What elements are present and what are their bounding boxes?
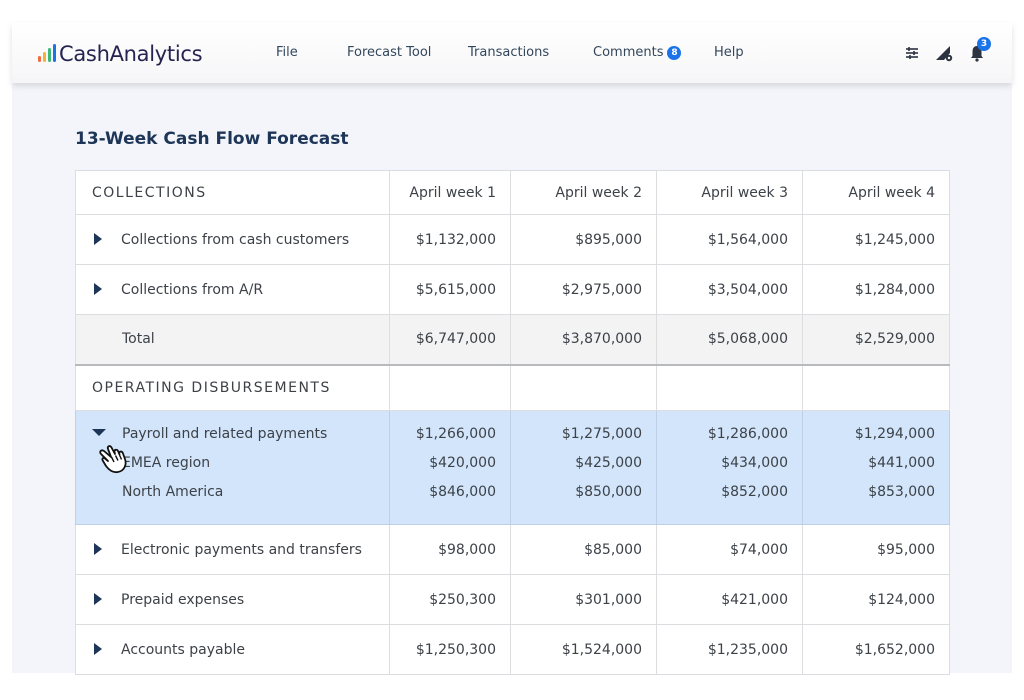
row-label: Collections from cash customers bbox=[121, 231, 350, 248]
value-cell[interactable]: $95,000 bbox=[802, 524, 950, 575]
total-value-cell: $2,529,000 bbox=[802, 314, 950, 365]
menu-help[interactable]: Help bbox=[714, 45, 744, 60]
value-cell[interactable]: $5,615,000 bbox=[389, 264, 511, 315]
value-cell[interactable]: $85,000 bbox=[510, 524, 657, 575]
empty-cell bbox=[389, 364, 511, 411]
value-cell[interactable]: $301,000 bbox=[510, 574, 657, 625]
table-row: Prepaid expenses $250,300 $301,000 $421,… bbox=[75, 574, 950, 625]
app-frame: CashAnalytics File Forecast Tool Transac… bbox=[12, 23, 1012, 675]
top-navigation-bar: CashAnalytics File Forecast Tool Transac… bbox=[12, 23, 1012, 83]
cash-flow-forecast-table: COLLECTIONS April week 1 April week 2 Ap… bbox=[75, 170, 950, 675]
sub-value[interactable]: $850,000 bbox=[511, 478, 642, 507]
value-cell[interactable]: $74,000 bbox=[656, 524, 803, 575]
page-title: 13-Week Cash Flow Forecast bbox=[75, 129, 349, 149]
value-cell[interactable]: $421,000 bbox=[656, 574, 803, 625]
column-header-week-3[interactable]: April week 3 bbox=[656, 170, 803, 215]
value[interactable]: $1,286,000 bbox=[657, 425, 788, 443]
expand-caret-icon[interactable] bbox=[94, 282, 102, 295]
value-cell[interactable]: $1,250,300 bbox=[389, 624, 511, 675]
value-cell[interactable]: $2,975,000 bbox=[510, 264, 657, 315]
row-label: Collections from A/R bbox=[121, 281, 264, 298]
value-cell[interactable]: $1,524,000 bbox=[510, 624, 657, 675]
table-row: Electronic payments and transfers $98,00… bbox=[75, 524, 950, 575]
value-cell[interactable]: $1,652,000 bbox=[802, 624, 950, 675]
column-header-week-4[interactable]: April week 4 bbox=[802, 170, 950, 215]
value[interactable]: $1,266,000 bbox=[390, 425, 496, 443]
value-cell: $1,275,000 $425,000 $850,000 bbox=[510, 410, 657, 525]
row-label-cell: Prepaid expenses bbox=[75, 574, 390, 625]
section-header-row: OPERATING DISBURSEMENTS bbox=[75, 364, 950, 411]
table-row: Collections from A/R $5,615,000 $2,975,0… bbox=[75, 264, 950, 315]
table-row: Accounts payable $1,250,300 $1,524,000 $… bbox=[75, 624, 950, 675]
row-label: Electronic payments and transfers bbox=[121, 541, 362, 558]
value-cell: $1,286,000 $434,000 $852,000 bbox=[656, 410, 803, 525]
brand-name: CashAnalytics bbox=[59, 42, 203, 66]
notifications-badge: 3 bbox=[977, 37, 991, 51]
row-label-cell: Collections from cash customers bbox=[75, 214, 390, 265]
value-cell[interactable]: $124,000 bbox=[802, 574, 950, 625]
expand-caret-icon[interactable] bbox=[94, 642, 102, 655]
sub-value[interactable]: $846,000 bbox=[390, 478, 496, 507]
comments-count-badge: 8 bbox=[667, 46, 682, 60]
menu-comments[interactable]: Comments 8 bbox=[593, 45, 682, 60]
sub-value[interactable]: $420,000 bbox=[390, 449, 496, 478]
sub-value[interactable]: $434,000 bbox=[657, 449, 788, 478]
column-header-week-2[interactable]: April week 2 bbox=[510, 170, 657, 215]
expand-caret-icon[interactable] bbox=[94, 592, 102, 605]
value[interactable]: $1,294,000 bbox=[803, 425, 935, 443]
section-header-collections: COLLECTIONS bbox=[75, 170, 390, 215]
total-value-cell: $5,068,000 bbox=[656, 314, 803, 365]
menu-transactions[interactable]: Transactions bbox=[468, 45, 549, 60]
empty-cell bbox=[656, 364, 803, 411]
sliders-icon[interactable] bbox=[902, 43, 922, 63]
sub-value[interactable]: $441,000 bbox=[803, 449, 935, 478]
value-cell[interactable]: $1,235,000 bbox=[656, 624, 803, 675]
bar-chart-logo-icon bbox=[38, 44, 56, 62]
total-value-cell: $3,870,000 bbox=[510, 314, 657, 365]
value-cell[interactable]: $1,564,000 bbox=[656, 214, 803, 265]
sub-value[interactable]: $853,000 bbox=[803, 478, 935, 507]
value-cell[interactable]: $1,132,000 bbox=[389, 214, 511, 265]
sub-value[interactable]: $852,000 bbox=[657, 478, 788, 507]
table-row: Collections from cash customers $1,132,0… bbox=[75, 214, 950, 265]
menu-file[interactable]: File bbox=[276, 45, 298, 60]
empty-cell bbox=[802, 364, 950, 411]
column-header-week-1[interactable]: April week 1 bbox=[389, 170, 511, 215]
table-header-row: COLLECTIONS April week 1 April week 2 Ap… bbox=[75, 170, 950, 215]
collapse-caret-icon[interactable] bbox=[92, 429, 106, 436]
empty-cell bbox=[510, 364, 657, 411]
row-label: Accounts payable bbox=[121, 641, 245, 658]
row-label: Prepaid expenses bbox=[121, 591, 245, 608]
value-cell[interactable]: $895,000 bbox=[510, 214, 657, 265]
sub-row-label: EMEA region bbox=[122, 455, 211, 471]
sub-row-label: North America bbox=[122, 484, 224, 500]
value-cell: $1,266,000 $420,000 $846,000 bbox=[389, 410, 511, 525]
row-label-cell: Electronic payments and transfers bbox=[75, 524, 390, 575]
value-cell[interactable]: $1,284,000 bbox=[802, 264, 950, 315]
value-cell: $1,294,000 $441,000 $853,000 bbox=[802, 410, 950, 525]
total-row: Total $6,747,000 $3,870,000 $5,068,000 $… bbox=[75, 314, 950, 365]
hand-pointer-cursor-icon bbox=[95, 440, 135, 480]
row-label-cell: Collections from A/R bbox=[75, 264, 390, 315]
signal-settings-icon[interactable] bbox=[934, 43, 954, 63]
section-header-operating-disbursements: OPERATING DISBURSEMENTS bbox=[75, 364, 390, 411]
expanded-row-payroll: Payroll and related payments EMEA region… bbox=[75, 410, 950, 525]
value-cell[interactable]: $98,000 bbox=[389, 524, 511, 575]
expand-caret-icon[interactable] bbox=[94, 542, 102, 555]
menu-forecast-tool[interactable]: Forecast Tool bbox=[347, 45, 431, 60]
menu-comments-label: Comments bbox=[593, 45, 664, 60]
row-label: Payroll and related payments bbox=[122, 426, 328, 442]
value-cell[interactable]: $1,245,000 bbox=[802, 214, 950, 265]
value-cell[interactable]: $3,504,000 bbox=[656, 264, 803, 315]
brand-logo[interactable]: CashAnalytics bbox=[38, 41, 203, 67]
expand-caret-icon[interactable] bbox=[94, 232, 102, 245]
sub-value[interactable]: $425,000 bbox=[511, 449, 642, 478]
total-value-cell: $6,747,000 bbox=[389, 314, 511, 365]
total-label: Total bbox=[75, 314, 390, 365]
row-label-cell: Accounts payable bbox=[75, 624, 390, 675]
value[interactable]: $1,275,000 bbox=[511, 425, 642, 443]
value-cell[interactable]: $250,300 bbox=[389, 574, 511, 625]
